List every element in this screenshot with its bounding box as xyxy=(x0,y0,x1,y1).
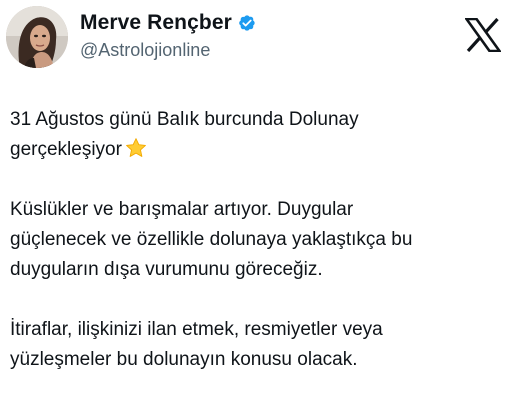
display-name[interactable]: Merve Rençber xyxy=(80,11,232,35)
tweet-paragraph: Küslükler ve barışmalar artıyor. Duygula… xyxy=(10,195,510,285)
tweet-text: 31 Ağustos günü Balık burcunda Dolunay g… xyxy=(10,105,510,375)
text-line: duyguların dışa vurumunu göreceğiz. xyxy=(10,259,323,280)
author-identity: Merve Rençber @Astrolojionline xyxy=(80,10,257,61)
avatar[interactable] xyxy=(6,6,68,68)
text-line: güçlenecek ve özellikle dolunaya yaklaşt… xyxy=(10,229,413,250)
name-row: Merve Rençber xyxy=(80,10,257,36)
text-line: 31 Ağustos günü Balık burcunda Dolunay xyxy=(10,109,359,130)
text-line: gerçekleşiyor xyxy=(10,135,510,165)
tweet-paragraph: 31 Ağustos günü Balık burcunda Dolunay g… xyxy=(10,105,510,165)
text-line: Küslükler ve barışmalar artıyor. Duygula… xyxy=(10,199,354,220)
verified-badge-icon xyxy=(237,13,257,33)
text-line: İtiraflar, ilişkinizi ilan etmek, resmiy… xyxy=(10,319,383,340)
tweet-paragraph: İtiraflar, ilişkinizi ilan etmek, resmiy… xyxy=(10,315,510,375)
x-logo-icon[interactable] xyxy=(463,17,503,53)
star-icon xyxy=(125,137,147,159)
text-line: yüzleşmeler bu dolunayın konusu olacak. xyxy=(10,349,358,370)
profile-photo-icon xyxy=(6,6,68,68)
author-handle[interactable]: @Astrolojionline xyxy=(80,40,257,61)
tweet-card: Merve Rençber @Astrolojionline 31 Ağusto… xyxy=(0,0,518,404)
